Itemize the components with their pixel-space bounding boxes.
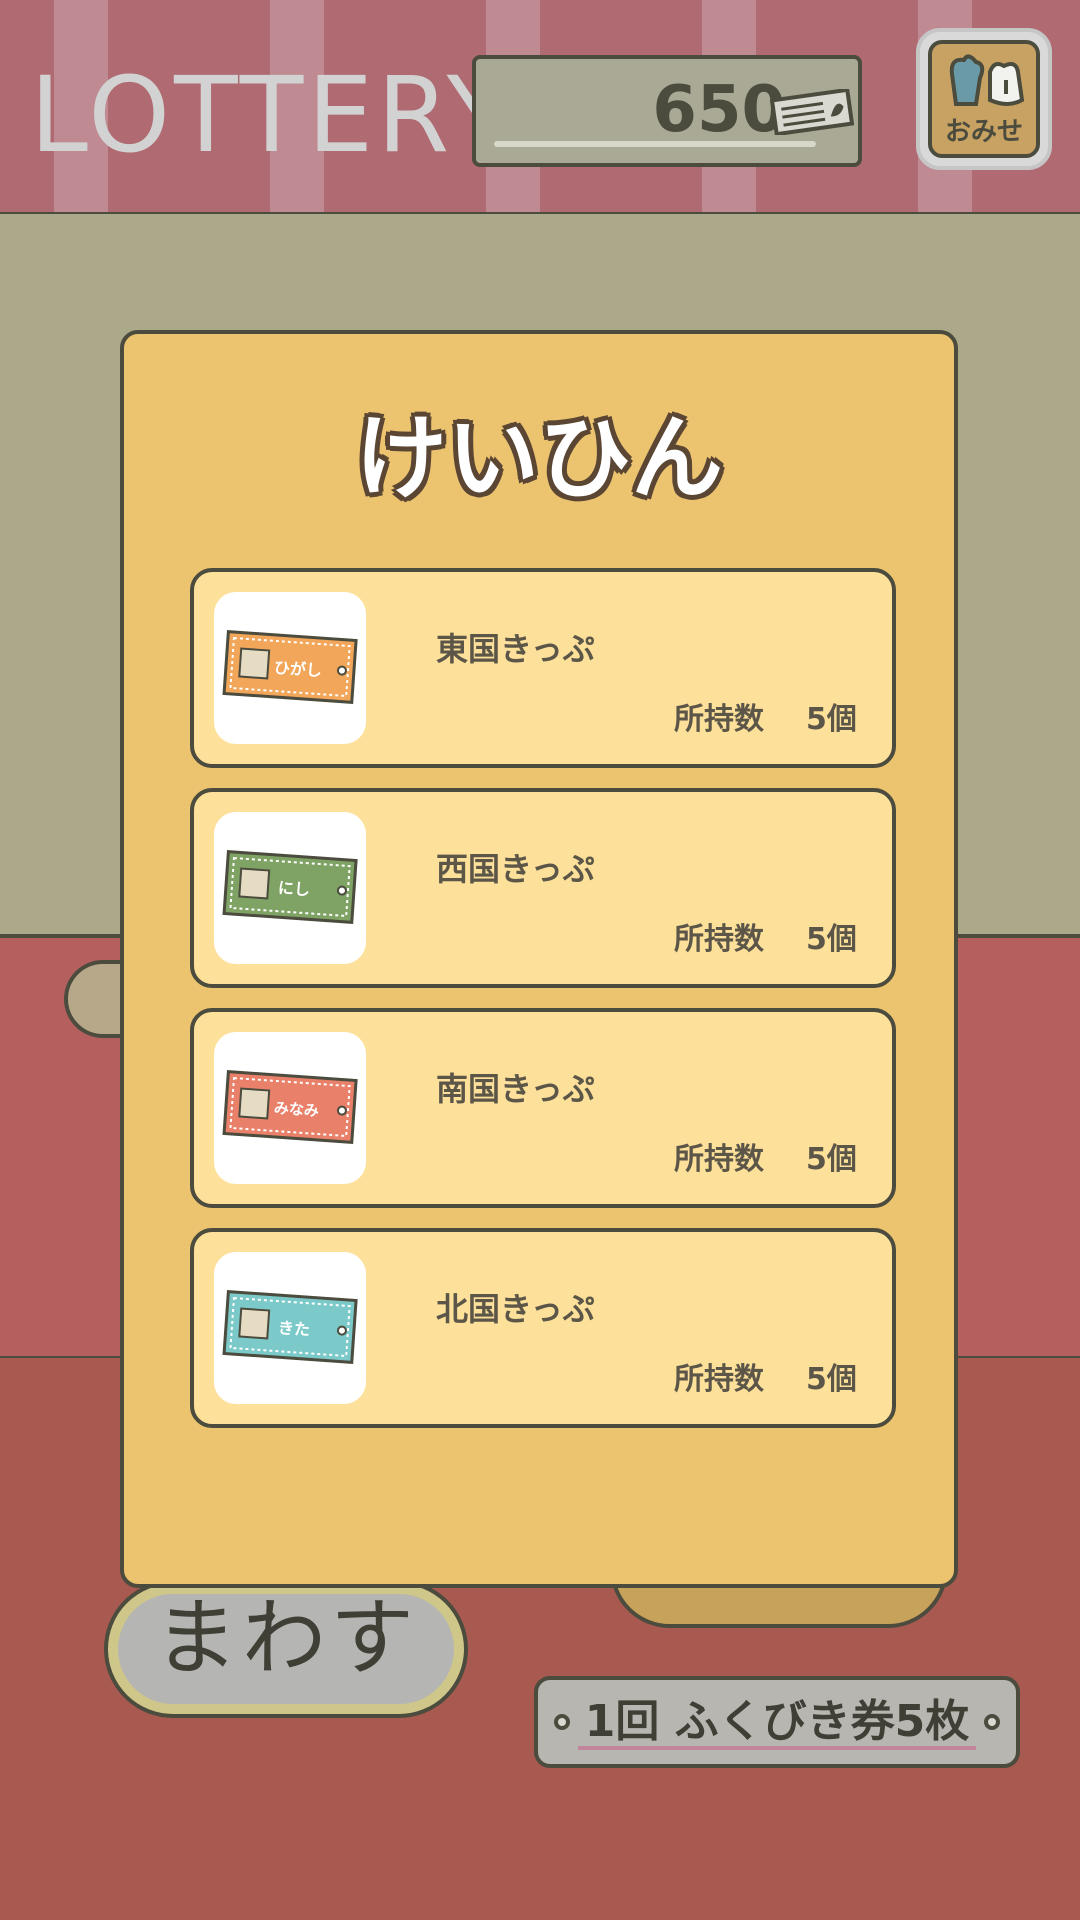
owned-count: 5個: [806, 922, 857, 957]
ticket-counter: 650: [472, 55, 862, 167]
ticket-count: 650: [652, 73, 786, 147]
owned-label: 所持数: [674, 1362, 764, 1397]
shop-button-face: おみせ: [928, 40, 1040, 158]
west-ticket-icon: にし: [222, 850, 358, 924]
east-ticket-icon: ひがし: [222, 630, 358, 704]
prize-name: 東国きっぷ: [436, 630, 595, 668]
owned-count: 5個: [806, 1362, 857, 1397]
owned-label: 所持数: [674, 702, 764, 737]
cost-right-dot: [984, 1714, 1000, 1730]
spin-button[interactable]: まわす: [104, 1580, 468, 1718]
cost-left-dot: [554, 1714, 570, 1730]
shop-label: おみせ: [944, 117, 1023, 147]
owned-label: 所持数: [674, 922, 764, 957]
prize-thumbnail: きた: [214, 1252, 366, 1404]
prize-name: 西国きっぷ: [436, 850, 595, 888]
south-ticket-text: みなみ: [273, 1099, 319, 1120]
shopping-bags-icon: [949, 54, 1025, 106]
prize-dialog: けいひん ひがし 東国きっぷ 所持数 5個 にし 西国きっぷ 所持数 5個 みな…: [120, 330, 958, 1588]
north-ticket-icon: きた: [222, 1290, 358, 1364]
spin-label: まわす: [153, 1589, 418, 1687]
prize-name: 南国きっぷ: [436, 1070, 595, 1108]
shop-button[interactable]: おみせ: [916, 28, 1052, 170]
prize-card-west[interactable]: にし 西国きっぷ 所持数 5個: [190, 788, 896, 988]
prize-card-south[interactable]: みなみ 南国きっぷ 所持数 5個: [190, 1008, 896, 1208]
page-title: LOTTERY: [30, 54, 515, 176]
prize-card-east[interactable]: ひがし 東国きっぷ 所持数 5個: [190, 568, 896, 768]
west-ticket-text: にし: [277, 878, 310, 899]
dialog-title: けいひん: [354, 405, 723, 512]
cost-label: 1回 ふくびき券5枚: [584, 1696, 970, 1747]
east-ticket-text: ひがし: [273, 658, 322, 680]
owned-count: 5個: [806, 1142, 857, 1177]
south-ticket-icon: みなみ: [222, 1070, 358, 1144]
cost-indicator: 1回 ふくびき券5枚: [534, 1676, 1020, 1768]
owned-label: 所持数: [674, 1142, 764, 1177]
lottery-ticket-icon: [770, 89, 854, 135]
prize-thumbnail: みなみ: [214, 1032, 366, 1184]
owned-count: 5個: [806, 702, 857, 737]
north-ticket-text: きた: [277, 1318, 310, 1339]
prize-name: 北国きっぷ: [436, 1290, 595, 1328]
prize-thumbnail: にし: [214, 812, 366, 964]
prize-thumbnail: ひがし: [214, 592, 366, 744]
prize-card-north[interactable]: きた 北国きっぷ 所持数 5個: [190, 1228, 896, 1428]
